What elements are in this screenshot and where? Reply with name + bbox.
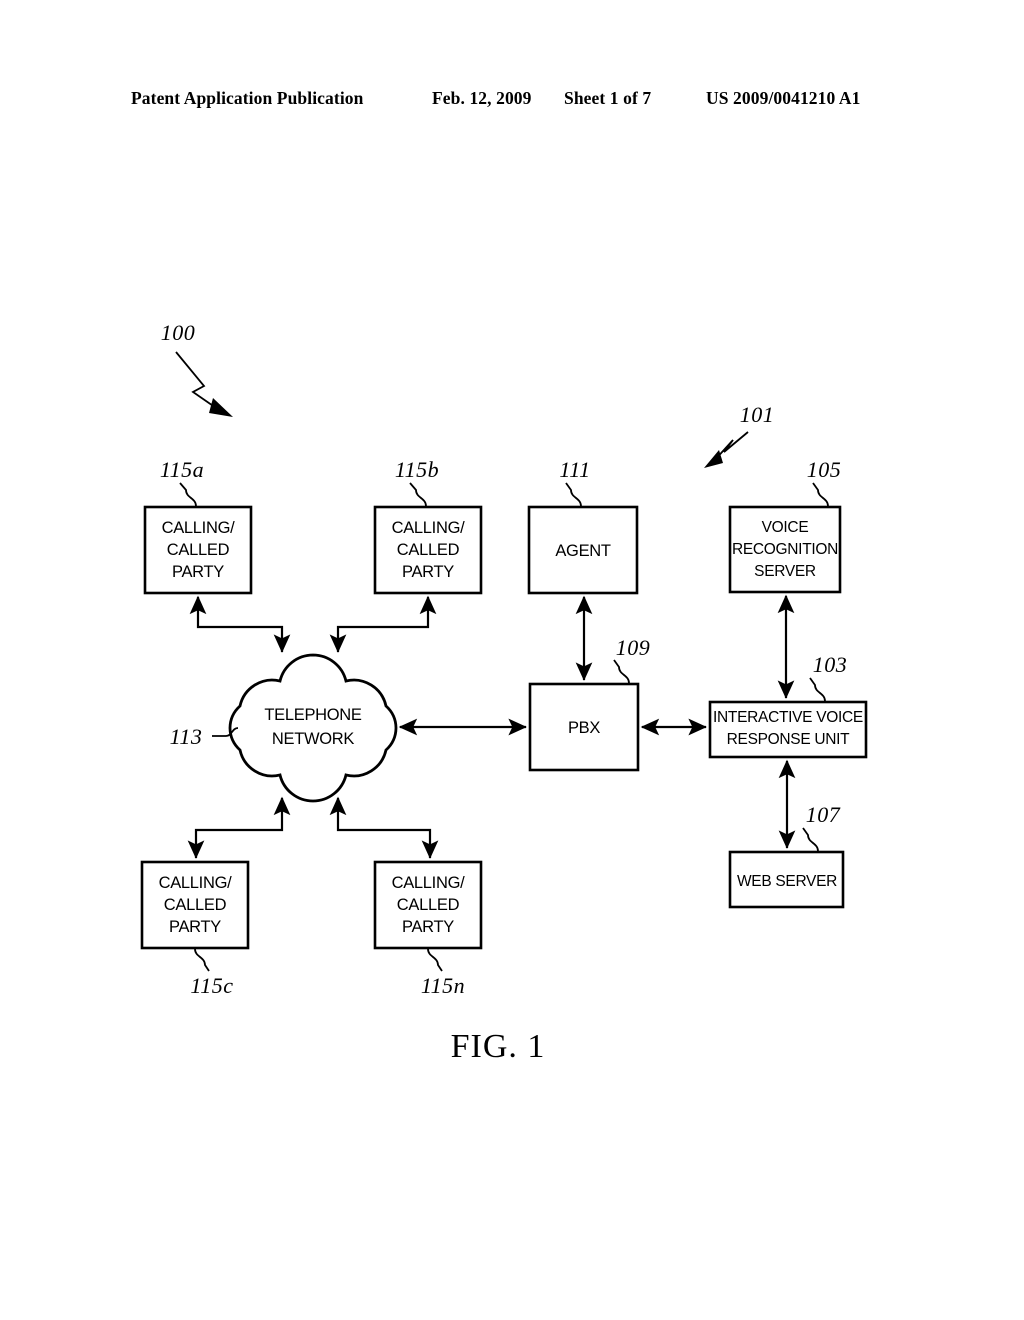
node-pbx[interactable]: PBX 109 bbox=[528, 635, 651, 772]
node-agent[interactable]: AGENT 111 bbox=[527, 457, 639, 595]
leader-line-115b bbox=[409, 482, 427, 507]
vrs-line-1: VOICE bbox=[762, 519, 809, 536]
leader-line-103 bbox=[809, 677, 826, 702]
ref-label-115b: 115b bbox=[395, 457, 439, 482]
connector-network-to-party-c bbox=[187, 796, 291, 859]
cloud-shape-telephone-network[interactable] bbox=[228, 653, 398, 803]
pbx-label: PBX bbox=[568, 719, 600, 737]
party-n-line-2: CALLED bbox=[397, 896, 460, 914]
ref-label-111: 111 bbox=[559, 457, 590, 482]
leader-line-107 bbox=[802, 827, 819, 852]
web-server-label: WEB SERVER bbox=[737, 873, 837, 890]
vrs-line-2: RECOGNITION bbox=[732, 541, 838, 558]
ref-label-105: 105 bbox=[807, 457, 842, 482]
node-interactive-voice-response-unit[interactable]: INTERACTIVE VOICE RESPONSE UNIT 103 bbox=[708, 652, 868, 759]
leader-line-111 bbox=[565, 482, 582, 507]
telephone-network-line-2: NETWORK bbox=[272, 730, 355, 748]
ref-label-113: 113 bbox=[170, 724, 203, 749]
agent-label: AGENT bbox=[555, 542, 611, 560]
ref-label-101: 101 bbox=[740, 402, 775, 427]
system-reference-100: 100 bbox=[161, 320, 233, 417]
figure-caption: FIG. 1 bbox=[451, 1028, 546, 1065]
patent-figure-1: 100 101 CALLING/ CALLED PARTY 115a CALLI… bbox=[0, 0, 1024, 1320]
node-calling-called-party-a[interactable]: CALLING/ CALLED PARTY 115a bbox=[143, 457, 253, 595]
party-b-line-2: CALLED bbox=[397, 541, 460, 559]
ref-label-115n: 115n bbox=[421, 973, 465, 998]
node-calling-called-party-b[interactable]: CALLING/ CALLED PARTY 115b bbox=[373, 457, 483, 595]
ref-label-107: 107 bbox=[806, 802, 841, 827]
leader-line-115n bbox=[427, 948, 443, 972]
lightning-arrowhead-100 bbox=[209, 398, 233, 417]
ref-label-115a: 115a bbox=[160, 457, 204, 482]
ref-label-103: 103 bbox=[813, 652, 848, 677]
leader-line-105 bbox=[812, 482, 829, 507]
leader-line-115a bbox=[179, 482, 197, 507]
node-voice-recognition-server[interactable]: VOICE RECOGNITION SERVER 105 bbox=[728, 457, 842, 594]
vrs-line-3: SERVER bbox=[754, 563, 816, 580]
leader-line-115c bbox=[194, 948, 210, 972]
party-a-line-3: PARTY bbox=[172, 563, 224, 581]
ref-label-109: 109 bbox=[616, 635, 651, 660]
party-c-line-1: CALLING/ bbox=[159, 874, 233, 892]
node-telephone-network[interactable]: TELEPHONE NETWORK 113 bbox=[170, 653, 398, 803]
party-a-line-1: CALLING/ bbox=[162, 519, 236, 537]
leader-line-109 bbox=[613, 659, 630, 684]
subsystem-reference-101: 101 bbox=[704, 402, 774, 468]
lightning-arrowhead-101 bbox=[704, 450, 723, 468]
party-c-line-3: PARTY bbox=[169, 918, 221, 936]
party-a-line-2: CALLED bbox=[167, 541, 230, 559]
ivr-line-1: INTERACTIVE VOICE bbox=[713, 709, 863, 726]
ivr-line-2: RESPONSE UNIT bbox=[727, 731, 851, 748]
party-b-line-1: CALLING/ bbox=[392, 519, 466, 537]
party-c-line-2: CALLED bbox=[164, 896, 227, 914]
node-calling-called-party-c[interactable]: CALLING/ CALLED PARTY 115c bbox=[140, 860, 250, 998]
ref-label-115c: 115c bbox=[190, 973, 233, 998]
connector-party-a-to-network bbox=[189, 595, 291, 653]
connector-party-b-to-network bbox=[329, 595, 437, 653]
party-b-line-3: PARTY bbox=[402, 563, 454, 581]
connector-network-to-party-n bbox=[329, 796, 439, 859]
node-calling-called-party-n[interactable]: CALLING/ CALLED PARTY 115n bbox=[373, 860, 483, 998]
party-n-line-1: CALLING/ bbox=[392, 874, 466, 892]
party-n-line-3: PARTY bbox=[402, 918, 454, 936]
ref-label-100: 100 bbox=[161, 320, 196, 345]
telephone-network-line-1: TELEPHONE bbox=[264, 706, 362, 724]
